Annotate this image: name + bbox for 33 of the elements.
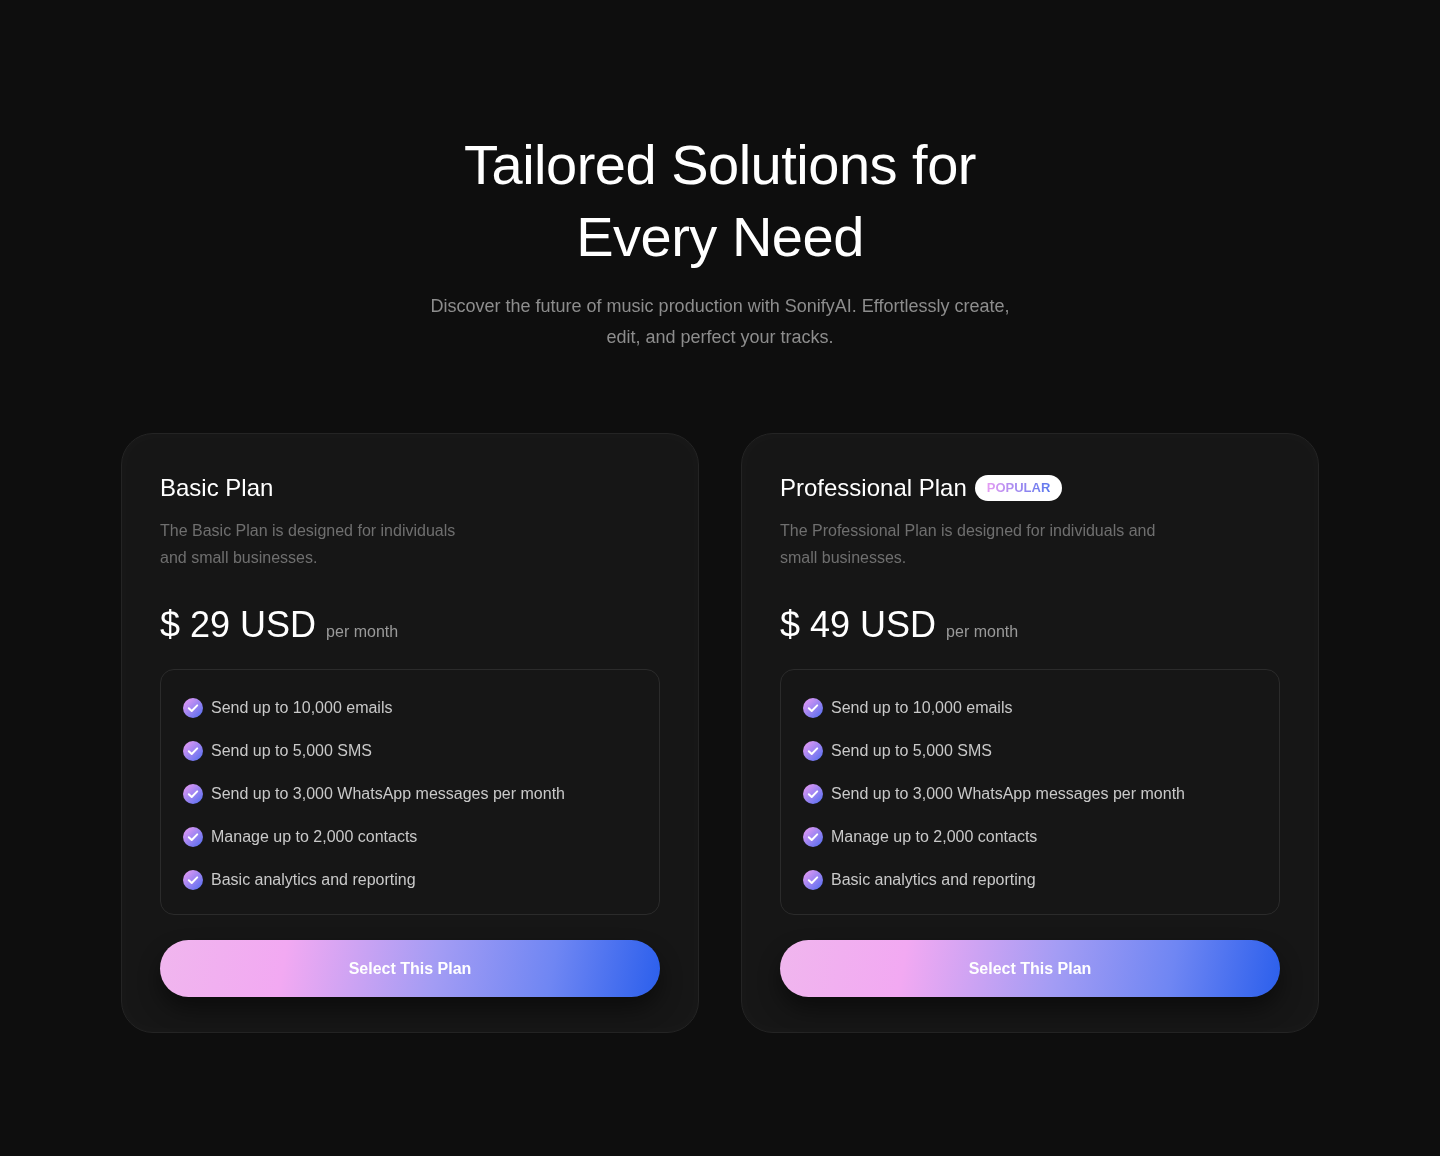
plan-description: The Professional Plan is designed for individuals and small businesses. [780, 521, 1157, 568]
feature-text: Send up to 3,000 WhatsApp messages per month [831, 784, 1185, 804]
check-icon [803, 827, 823, 847]
select-plan-button[interactable]: Select This Plan [160, 940, 660, 997]
billing-period: per month [326, 622, 399, 642]
check-icon [183, 784, 203, 804]
plan-name: Basic Plan [160, 473, 274, 503]
feature-text: Basic analytics and reporting [831, 870, 1036, 890]
check-icon [803, 698, 823, 718]
page-title: Tailored Solutions for Every Need [464, 132, 976, 270]
plan-price: $ 29 USD [160, 603, 317, 647]
check-icon [803, 870, 823, 890]
select-plan-button[interactable]: Select This Plan [780, 940, 1280, 997]
plan-name: Professional Plan [780, 473, 967, 503]
billing-period: per month [946, 622, 1019, 642]
check-icon [183, 741, 203, 761]
feature-text: Send up to 3,000 WhatsApp messages per month [211, 784, 565, 804]
feature-text: Send up to 10,000 emails [831, 698, 1013, 718]
feature-text: Send up to 10,000 emails [211, 698, 393, 718]
plan-price: $ 49 USD [780, 603, 937, 647]
feature-text: Manage up to 2,000 contacts [831, 827, 1038, 847]
feature-text: Manage up to 2,000 contacts [211, 827, 418, 847]
feature-text: Send up to 5,000 SMS [831, 741, 992, 761]
feature-text: Basic analytics and reporting [211, 870, 416, 890]
plan-description: The Basic Plan is designed for individuals and small businesses. [160, 521, 457, 568]
check-icon [183, 870, 203, 890]
check-icon [183, 698, 203, 718]
check-icon [803, 741, 823, 761]
check-icon [803, 784, 823, 804]
check-icon [183, 827, 203, 847]
page-subtitle: Discover the future of music production with SonifyAI. Effortlessly create, edit, and perfect your tracks. [430, 295, 1010, 349]
popular-badge: POPULAR [974, 475, 1063, 501]
feature-text: Send up to 5,000 SMS [211, 741, 372, 761]
